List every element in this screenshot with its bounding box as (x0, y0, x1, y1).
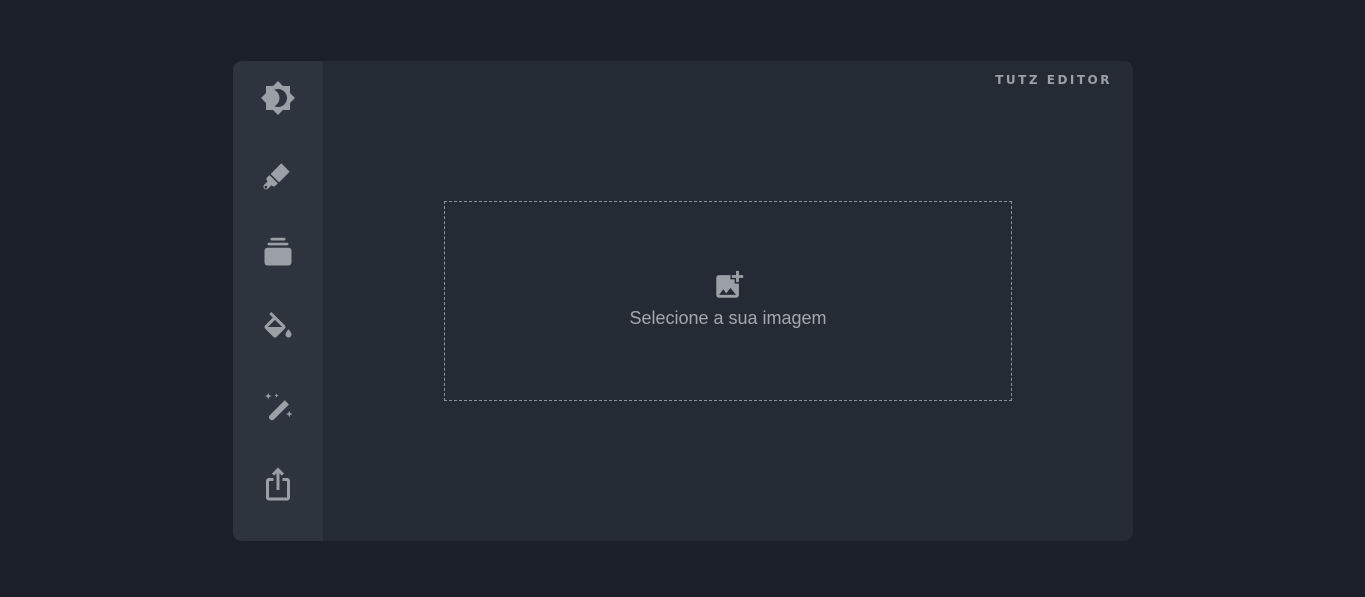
share-icon (266, 467, 290, 501)
layers-icon (264, 238, 292, 266)
dropzone-label: Selecione a sua imagem (629, 307, 827, 328)
sidebar-item-paint-brush[interactable] (233, 155, 323, 232)
image-dropzone[interactable]: Selecione a sua imagem (444, 201, 1012, 401)
brightness-icon (261, 81, 295, 115)
tool-sidebar (233, 61, 323, 541)
sidebar-item-export[interactable] (233, 464, 323, 541)
paint-bucket-icon (264, 311, 292, 338)
paint-brush-icon (263, 163, 290, 190)
editor-window: TUTZ EDITOR Selecione a sua imagem (233, 61, 1133, 541)
app-brand: TUTZ EDITOR (995, 73, 1112, 87)
sidebar-item-fill[interactable] (233, 310, 323, 387)
sidebar-item-brightness[interactable] (233, 78, 323, 155)
sidebar-item-effects[interactable] (233, 387, 323, 464)
sidebar-item-layers[interactable] (233, 232, 323, 309)
magic-wand-icon (264, 392, 293, 420)
add-image-icon (716, 270, 744, 298)
canvas-area: TUTZ EDITOR Selecione a sua imagem (323, 61, 1133, 541)
